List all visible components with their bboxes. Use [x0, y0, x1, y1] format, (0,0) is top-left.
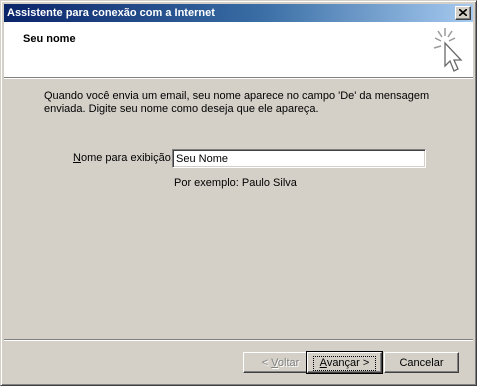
display-name-input[interactable] — [172, 149, 426, 168]
back-button-label: < Voltar — [261, 356, 300, 369]
footer-divider — [4, 339, 473, 341]
example-text: Por exemplo: Paulo Silva — [174, 177, 297, 189]
close-icon — [459, 9, 467, 16]
display-name-label: Nome para exibição: — [73, 152, 174, 164]
next-button-label: Avançar > — [312, 355, 377, 371]
description-text: Quando você envia um email, seu nome apa… — [44, 90, 430, 115]
header-divider — [4, 78, 473, 79]
display-name-label-rest: ome para exibição: — [80, 152, 174, 164]
page-title: Seu nome — [23, 33, 76, 45]
wizard-sparkle-cursor-icon — [433, 28, 463, 72]
title-bar: Assistente para conexão com a Internet — [4, 4, 473, 22]
next-button[interactable]: Avançar > — [306, 351, 383, 374]
wizard-window: Assistente para conexão com a Internet S… — [0, 0, 477, 386]
display-name-label-accel: N — [73, 152, 81, 164]
wizard-header: Seu nome — [4, 22, 473, 78]
window-title: Assistente para conexão com a Internet — [7, 7, 215, 19]
close-button[interactable] — [455, 6, 471, 20]
cancel-button[interactable]: Cancelar — [384, 352, 459, 373]
